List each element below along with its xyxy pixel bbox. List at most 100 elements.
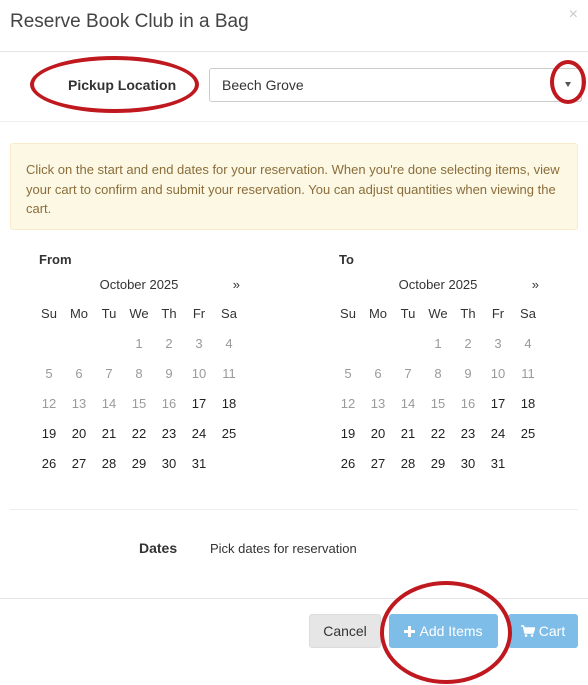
to-day-cell: 7: [404, 365, 412, 381]
from-days: 1 2 3 4 5 6 7 8 9 10 11 12 13 14 15 16 17 18 19 20 21 22 23 24 2…: [34, 328, 246, 478]
from-next-month-button[interactable]: »: [233, 277, 240, 292]
from-weekday: Mo: [69, 305, 89, 321]
from-day-cell[interactable]: 24: [184, 426, 214, 441]
to-day-cell[interactable]: 25: [513, 426, 543, 441]
to-day-cell[interactable]: 20: [363, 426, 393, 441]
to-day-cell[interactable]: 27: [363, 456, 393, 471]
to-day-cell: 1: [434, 335, 442, 351]
to-day-cell: 10: [490, 365, 506, 381]
to-day-cell[interactable]: 23: [453, 426, 483, 441]
modal-header: Reserve Book Club in a Bag ×: [0, 0, 588, 52]
to-days: 1 2 3 4 5 6 7 8 9 10 11 12 13 14 15 16 17 18 19 20 21 22 23 24 2…: [333, 328, 545, 478]
to-day-cell[interactable]: 24: [483, 426, 513, 441]
from-week-row: 19 20 21 22 23 24 25: [34, 418, 246, 448]
to-day-cell[interactable]: 29: [423, 456, 453, 471]
from-calendar: October 2025 » Su Mo Tu We Th Fr Sa 1234567891…: [34, 274, 246, 478]
from-day-cell[interactable]: 31: [184, 456, 214, 471]
from-day-cell: 8: [135, 365, 143, 381]
from-day-cell[interactable]: 30: [154, 456, 184, 471]
from-day-cell: 6: [75, 365, 83, 381]
pickup-location-select[interactable]: Beech Grove: [209, 68, 582, 102]
to-next-month-button[interactable]: »: [532, 277, 539, 292]
to-week-row: 12 13 14 15 16 17 18: [333, 388, 545, 418]
from-day-cell[interactable]: 26: [34, 456, 64, 471]
to-day-cell[interactable]: 17: [483, 396, 513, 411]
to-day-cell: 15: [430, 395, 446, 411]
from-day-cell[interactable]: 20: [64, 426, 94, 441]
from-day-cell: 14: [101, 395, 117, 411]
to-day-cell[interactable]: 31: [483, 456, 513, 471]
from-day-cell[interactable]: 21: [94, 426, 124, 441]
from-weekday: Su: [41, 305, 57, 321]
from-weekday: Th: [161, 305, 177, 321]
from-day-cell: 12: [41, 395, 57, 411]
cancel-label: Cancel: [323, 623, 367, 639]
to-day-cell[interactable]: 19: [333, 426, 363, 441]
to-weekday: Th: [460, 305, 476, 321]
to-day-cell[interactable]: 18: [513, 396, 543, 411]
from-day-cell[interactable]: 23: [154, 426, 184, 441]
from-day-cell[interactable]: 28: [94, 456, 124, 471]
from-day-cell: 11: [222, 365, 236, 381]
to-day-cell: 6: [374, 365, 382, 381]
modal-title: Reserve Book Club in a Bag: [10, 11, 249, 32]
to-weekday: Fr: [491, 305, 505, 321]
to-weekday: Tu: [400, 305, 416, 321]
dates-value: Pick dates for reservation: [210, 541, 357, 556]
from-week-row: 26 27 28 29 30 31: [34, 448, 246, 478]
from-day-cell[interactable]: 22: [124, 426, 154, 441]
from-day-cell[interactable]: 27: [64, 456, 94, 471]
close-icon[interactable]: ×: [569, 6, 578, 24]
pickup-location-value: Beech Grove: [222, 77, 304, 93]
from-day-cell: 9: [165, 365, 173, 381]
to-calendar: October 2025 » Su Mo Tu We Th Fr Sa 1234567891…: [333, 274, 545, 478]
from-day-cell[interactable]: 19: [34, 426, 64, 441]
from-day-cell: 13: [71, 395, 87, 411]
from-day-cell: 5: [45, 365, 53, 381]
to-weekday: We: [428, 305, 448, 321]
from-day-cell: 15: [131, 395, 147, 411]
cart-button[interactable]: Cart: [508, 614, 578, 648]
to-week-row: 5 6 7 8 9 10 11: [333, 358, 545, 388]
to-day-cell: 8: [434, 365, 442, 381]
from-weekday: Sa: [221, 305, 237, 321]
to-day-cell[interactable]: 21: [393, 426, 423, 441]
to-day-cell[interactable]: 22: [423, 426, 453, 441]
to-week-row: 1 2 3 4: [333, 328, 545, 358]
pickup-location-label: Pickup Location: [68, 77, 177, 93]
plus-icon: [404, 625, 416, 637]
from-day-cell[interactable]: 18: [214, 396, 244, 411]
from-label: From: [39, 252, 72, 267]
from-day-cell[interactable]: 29: [124, 456, 154, 471]
from-day-cell: 1: [135, 335, 143, 351]
to-day-cell: 14: [400, 395, 416, 411]
to-day-cell: 16: [460, 395, 476, 411]
to-week-row: 19 20 21 22 23 24 25: [333, 418, 545, 448]
from-week-row: 1 2 3 4: [34, 328, 246, 358]
from-month-title: October 2025: [99, 277, 179, 292]
from-day-cell: 16: [161, 395, 177, 411]
add-items-button[interactable]: Add Items: [389, 614, 498, 648]
to-month-title: October 2025: [398, 277, 478, 292]
to-label: To: [339, 252, 354, 267]
from-weekday-header: Su Mo Tu We Th Fr Sa: [34, 298, 246, 328]
to-weekday: Sa: [520, 305, 536, 321]
to-weekday-header: Su Mo Tu We Th Fr Sa: [333, 298, 545, 328]
chevron-down-icon[interactable]: [565, 82, 571, 87]
to-day-cell[interactable]: 28: [393, 456, 423, 471]
add-items-label: Add Items: [419, 623, 483, 639]
from-week-row: 12 13 14 15 16 17 18: [34, 388, 246, 418]
from-weekday: We: [129, 305, 149, 321]
to-day-cell[interactable]: 26: [333, 456, 363, 471]
info-text: Click on the start and end dates for you…: [26, 162, 560, 216]
info-alert: Click on the start and end dates for you…: [10, 143, 578, 230]
cancel-button[interactable]: Cancel: [309, 614, 381, 648]
from-day-cell[interactable]: 17: [184, 396, 214, 411]
to-week-row: 26 27 28 29 30 31: [333, 448, 545, 478]
to-day-cell[interactable]: 30: [453, 456, 483, 471]
from-day-cell: 10: [191, 365, 207, 381]
to-weekday: Mo: [368, 305, 388, 321]
divider: [10, 509, 578, 510]
from-weekday: Fr: [192, 305, 206, 321]
from-day-cell[interactable]: 25: [214, 426, 244, 441]
